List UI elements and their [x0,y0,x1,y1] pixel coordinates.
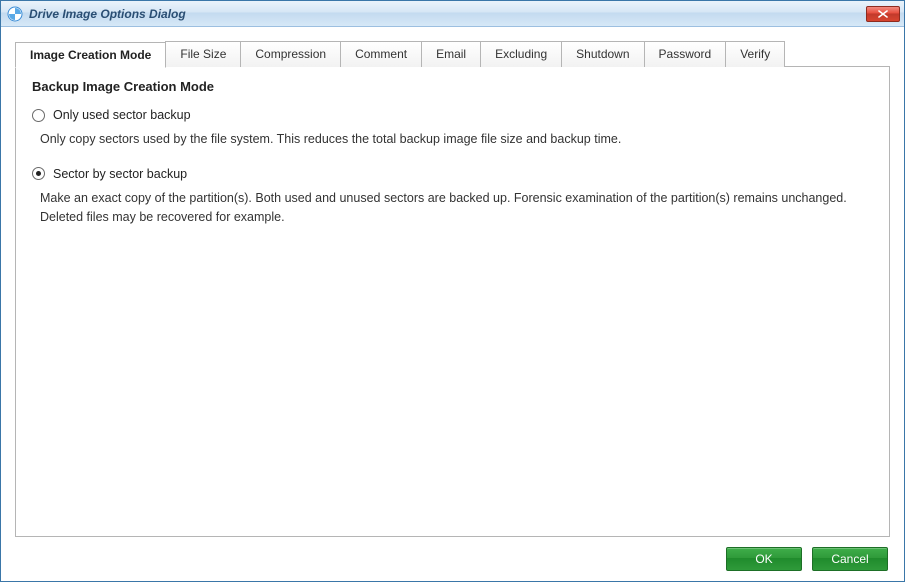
tab-shutdown[interactable]: Shutdown [561,41,644,67]
radio-label: Sector by sector backup [53,167,187,181]
window-frame: Drive Image Options Dialog Image Creatio… [0,0,905,582]
tab-compression[interactable]: Compression [240,41,341,67]
option-description: Make an exact copy of the partition(s). … [40,189,873,227]
tab-panel: Backup Image Creation Mode Only used sec… [15,66,890,537]
option-only-used-sector: Only used sector backup Only copy sector… [32,108,873,149]
tab-excluding[interactable]: Excluding [480,41,562,67]
tab-email[interactable]: Email [421,41,481,67]
tab-password[interactable]: Password [644,41,727,67]
tab-file-size[interactable]: File Size [165,41,241,67]
tab-image-creation-mode[interactable]: Image Creation Mode [15,42,166,68]
section-heading: Backup Image Creation Mode [32,79,873,94]
client-area: Image Creation Mode File Size Compressio… [1,27,904,581]
radio-icon [32,109,45,122]
titlebar: Drive Image Options Dialog [1,1,904,27]
option-description: Only copy sectors used by the file syste… [40,130,873,149]
ok-button[interactable]: OK [726,547,802,571]
cancel-button[interactable]: Cancel [812,547,888,571]
option-sector-by-sector: Sector by sector backup Make an exact co… [32,167,873,227]
app-icon [7,6,23,22]
radio-icon [32,167,45,180]
dialog-buttons: OK Cancel [15,537,890,571]
radio-sector-by-sector[interactable]: Sector by sector backup [32,167,873,181]
close-button[interactable] [866,6,900,22]
close-icon [878,10,888,18]
tab-bar: Image Creation Mode File Size Compressio… [15,41,890,67]
radio-only-used-sector[interactable]: Only used sector backup [32,108,873,122]
tab-verify[interactable]: Verify [725,41,785,67]
radio-label: Only used sector backup [53,108,191,122]
window-title: Drive Image Options Dialog [29,7,866,21]
tab-comment[interactable]: Comment [340,41,422,67]
